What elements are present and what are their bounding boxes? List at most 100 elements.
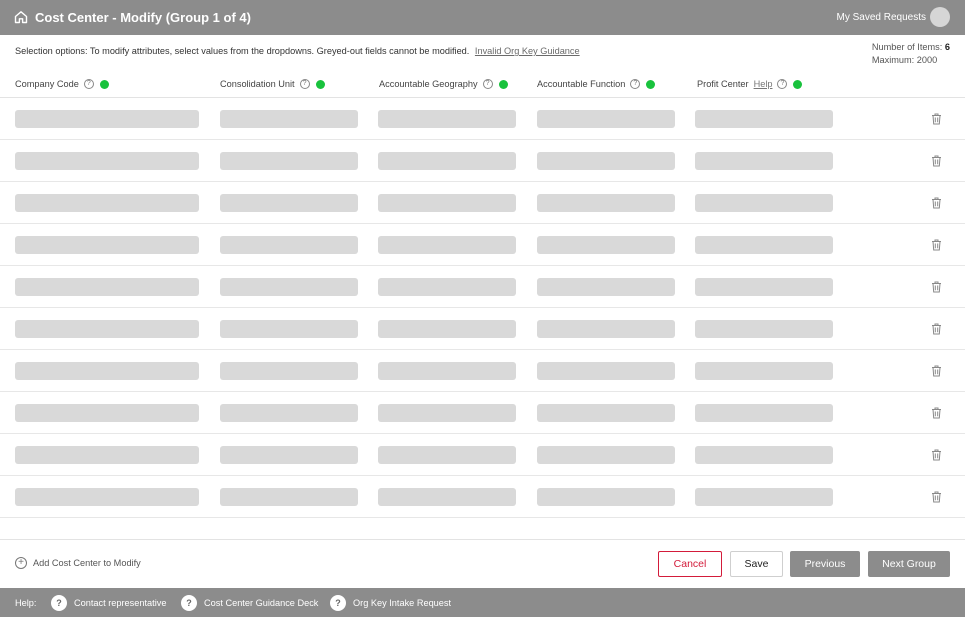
accountable-function-field: [537, 320, 675, 338]
consolidation-unit-field: [220, 194, 358, 212]
consolidation-unit-field: [220, 404, 358, 422]
profit-center-help-link[interactable]: Help: [754, 79, 773, 89]
accountable-function-field: [537, 236, 675, 254]
trash-icon[interactable]: [931, 113, 942, 125]
contact-representative-link[interactable]: ? Contact representative: [51, 595, 166, 611]
consolidation-unit-field: [220, 152, 358, 170]
accountable-function-field: [537, 194, 675, 212]
column-header-company-code: Company Code ?: [15, 79, 109, 89]
help-icon[interactable]: ?: [83, 79, 94, 89]
help-item-label: Cost Center Guidance Deck: [204, 598, 319, 608]
selection-instructions: Selection options: To modify attributes,…: [15, 46, 580, 56]
home-icon[interactable]: [14, 10, 28, 24]
help-icon[interactable]: ?: [630, 79, 641, 89]
column-label: Accountable Function: [537, 79, 626, 89]
table-row: [0, 308, 965, 350]
items-max-value: 2000: [916, 54, 938, 65]
column-header-consolidation-unit: Consolidation Unit ?: [220, 79, 325, 89]
table-row: [0, 392, 965, 434]
avatar[interactable]: [930, 7, 950, 27]
trash-icon[interactable]: [931, 323, 942, 335]
next-group-button[interactable]: Next Group: [868, 551, 950, 577]
table-row: [0, 350, 965, 392]
consolidation-unit-field: [220, 320, 358, 338]
question-icon: ?: [330, 595, 346, 611]
profit-center-field: [695, 236, 833, 254]
accountable-geography-field: [378, 488, 516, 506]
company-code-field: [15, 152, 199, 170]
column-header-profit-center: Profit Center Help ?: [697, 79, 803, 89]
help-bar: Help: ? Contact representative ? Cost Ce…: [0, 588, 965, 617]
table-row: [0, 224, 965, 266]
profit-center-field: [695, 362, 833, 380]
items-info: Number of Items: 6 Maximum: 2000: [872, 41, 950, 66]
trash-icon[interactable]: [931, 239, 942, 251]
accountable-geography-field: [378, 110, 516, 128]
column-label: Accountable Geography: [379, 79, 478, 89]
trash-icon[interactable]: [931, 491, 942, 503]
column-label: Consolidation Unit: [220, 79, 295, 89]
accountable-geography-field: [378, 236, 516, 254]
column-label: Company Code: [15, 79, 79, 89]
help-icon[interactable]: ?: [299, 79, 310, 89]
company-code-field: [15, 446, 199, 464]
column-header-accountable-geography: Accountable Geography ?: [379, 79, 508, 89]
company-code-field: [15, 110, 199, 128]
trash-icon[interactable]: [931, 365, 942, 377]
table-row: [0, 182, 965, 224]
accountable-function-field: [537, 446, 675, 464]
guidance-deck-link[interactable]: ? Cost Center Guidance Deck: [181, 595, 318, 611]
accountable-function-field: [537, 110, 675, 128]
saved-requests-link[interactable]: My Saved Requests: [837, 12, 927, 23]
org-key-intake-link[interactable]: ? Org Key Intake Request: [330, 595, 451, 611]
help-bar-label: Help:: [15, 598, 37, 608]
trash-icon[interactable]: [931, 197, 942, 209]
status-dot-icon: [99, 79, 109, 89]
table-row: [0, 266, 965, 308]
company-code-field: [15, 194, 199, 212]
status-dot-icon: [793, 79, 803, 89]
company-code-field: [15, 320, 199, 338]
status-dot-icon: [315, 79, 325, 89]
profit-center-field: [695, 446, 833, 464]
consolidation-unit-field: [220, 236, 358, 254]
company-code-field: [15, 236, 199, 254]
previous-button[interactable]: Previous: [790, 551, 860, 577]
question-icon: ?: [181, 595, 197, 611]
plus-icon: +: [15, 557, 27, 569]
page-title: Cost Center - Modify (Group 1 of 4): [35, 10, 251, 25]
trash-icon[interactable]: [931, 281, 942, 293]
consolidation-unit-field: [220, 488, 358, 506]
trash-icon[interactable]: [931, 449, 942, 461]
add-cost-center-label: Add Cost Center to Modify: [33, 558, 141, 568]
profit-center-field: [695, 110, 833, 128]
add-cost-center-button[interactable]: + Add Cost Center to Modify: [15, 557, 141, 569]
trash-icon[interactable]: [931, 155, 942, 167]
table-row: [0, 98, 965, 140]
status-dot-icon: [646, 79, 656, 89]
question-icon: ?: [51, 595, 67, 611]
accountable-function-field: [537, 278, 675, 296]
accountable-function-field: [537, 152, 675, 170]
profit-center-field: [695, 152, 833, 170]
trash-icon[interactable]: [931, 407, 942, 419]
profit-center-field: [695, 488, 833, 506]
items-count-label: Number of Items:: [871, 42, 943, 52]
accountable-function-field: [537, 362, 675, 380]
help-icon[interactable]: ?: [482, 79, 493, 89]
accountable-geography-field: [378, 446, 516, 464]
top-header: Cost Center - Modify (Group 1 of 4) My S…: [0, 0, 965, 35]
column-label: Profit Center: [697, 79, 749, 89]
profit-center-field: [695, 404, 833, 422]
accountable-geography-field: [378, 404, 516, 422]
accountable-geography-field: [378, 362, 516, 380]
consolidation-unit-field: [220, 362, 358, 380]
invalid-org-key-guidance-link[interactable]: Invalid Org Key Guidance: [475, 46, 580, 56]
consolidation-unit-field: [220, 110, 358, 128]
accountable-geography-field: [378, 320, 516, 338]
help-icon[interactable]: ?: [777, 79, 788, 89]
cancel-button[interactable]: Cancel: [658, 551, 722, 577]
consolidation-unit-field: [220, 446, 358, 464]
company-code-field: [15, 488, 199, 506]
save-button[interactable]: Save: [730, 551, 783, 577]
